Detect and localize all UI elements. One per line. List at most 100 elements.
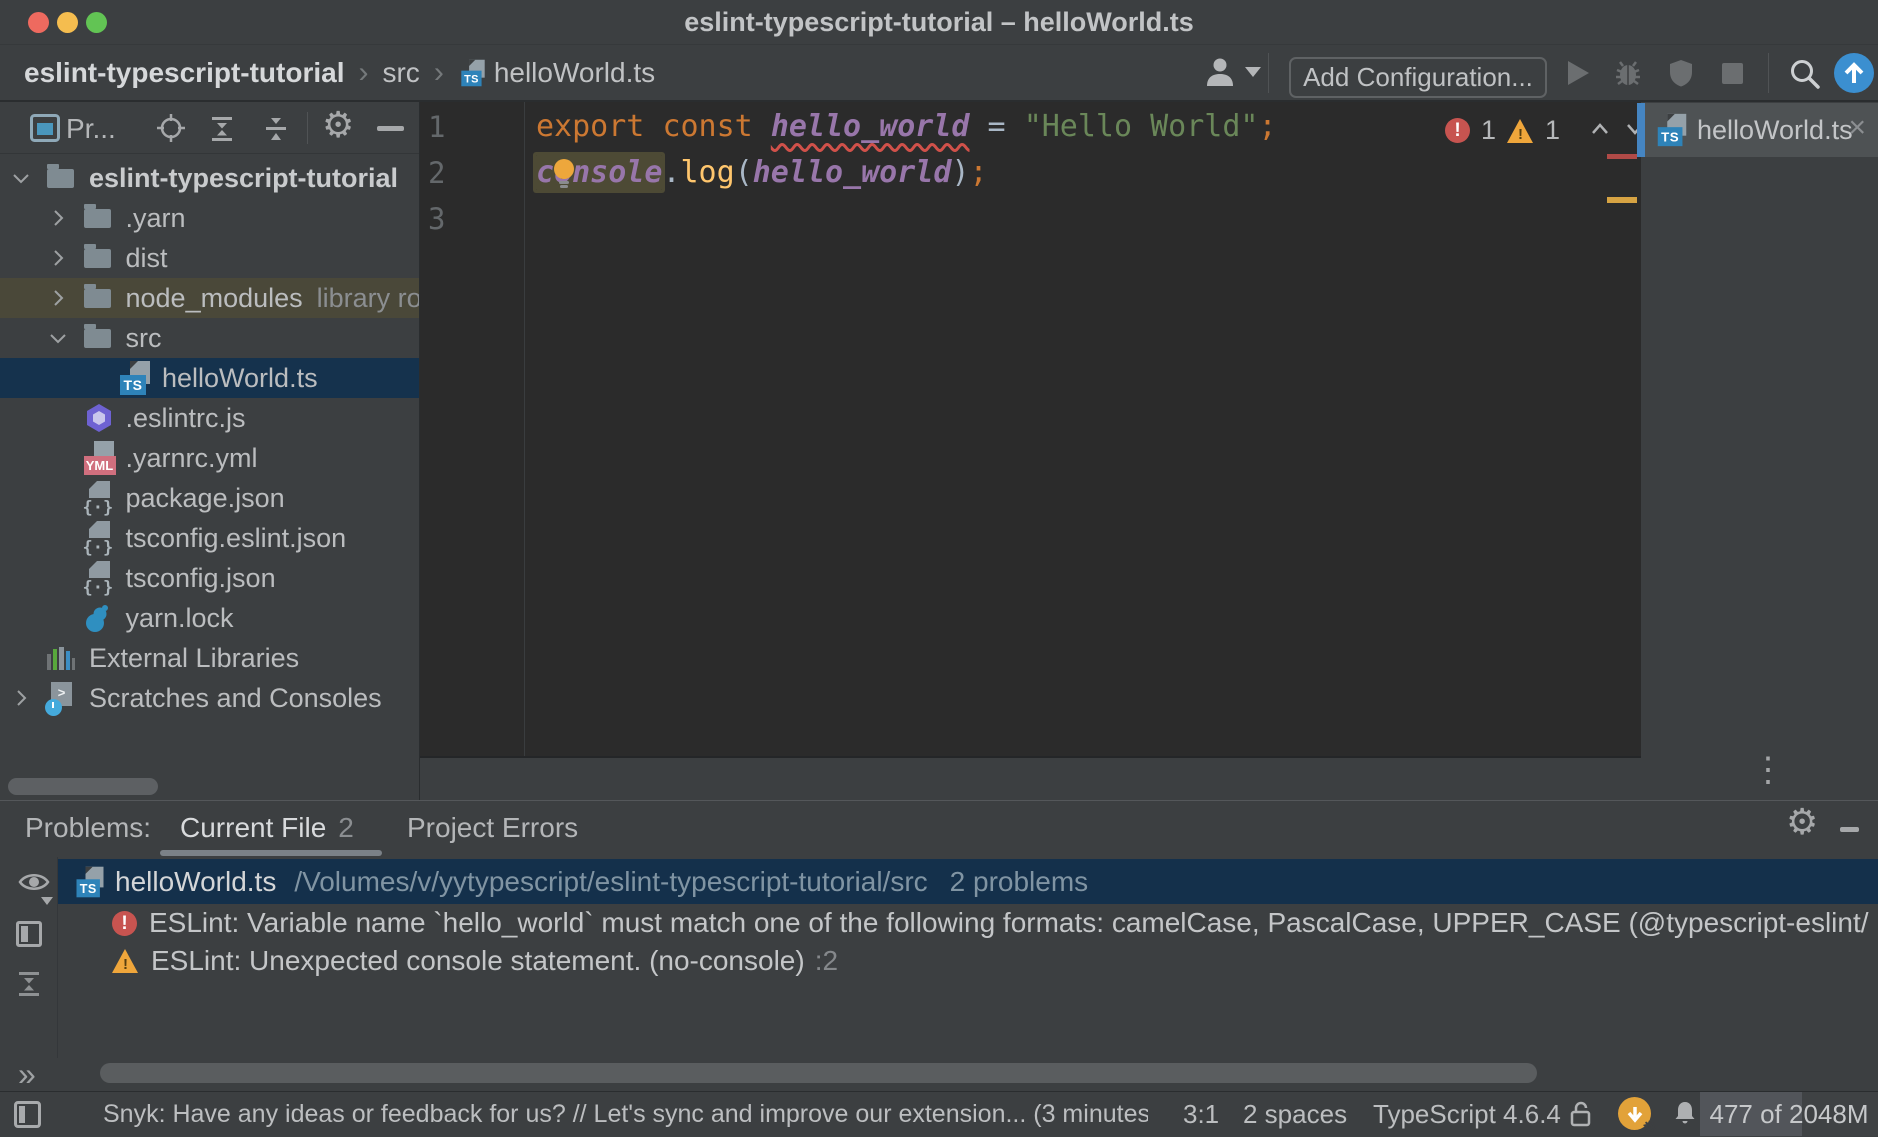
tree-item--yarnrc-yml[interactable]: YML.yarnrc.yml [0,438,419,478]
hide-panel-button[interactable] [1840,827,1859,832]
collapse-all-icon[interactable] [262,116,290,147]
search-everywhere-button[interactable] [1788,57,1822,96]
line-number: 2 [428,150,458,196]
tree-item-tsconfig-eslint-json[interactable]: {·}tsconfig.eslint.json [0,518,419,558]
tree-item-tsconfig-json[interactable]: {·}tsconfig.json [0,558,419,598]
breadcrumb-folder[interactable]: src [382,57,419,89]
tree-item-external-libraries[interactable]: External Libraries [0,638,419,678]
tree-item--yarn[interactable]: .yarn [0,198,419,238]
caret-position-widget[interactable]: 3:1 [1183,1092,1219,1136]
tree-item-yarn-lock[interactable]: yarn.lock [0,598,419,638]
lock-icon[interactable] [1568,1099,1594,1136]
tab-current-file[interactable]: Current File2 [180,812,354,844]
tree-item-src[interactable]: src [0,318,419,358]
tree-item-label: package.json [126,483,285,514]
notifications-bell-icon[interactable] [1672,1099,1698,1134]
extlib-icon [47,646,81,670]
eslint-icon [84,402,118,434]
add-configuration-button[interactable]: Add Configuration... [1289,57,1547,98]
previous-problem-button[interactable] [1588,115,1612,146]
line-number: 1 [428,104,458,150]
chevron-down-icon[interactable] [47,327,84,349]
close-icon[interactable]: × [1848,111,1866,145]
inspection-widget: 1 1 [1445,115,1647,146]
tree-item-scratches-and-consoles[interactable]: >Scratches and Consoles [0,678,419,718]
locate-file-icon[interactable] [156,113,186,148]
warning-icon [112,949,139,973]
horizontal-scrollbar[interactable] [100,1063,1537,1083]
code-line[interactable]: export const hello_world = "Hello World"… [536,104,1277,150]
run-with-coverage-button[interactable] [1668,58,1694,93]
header-separator [307,112,308,144]
json-icon: {·} [84,521,118,555]
project-view-icon[interactable] [30,114,60,147]
memory-label: 477 of 2048M [1700,1092,1878,1136]
tab-helloworld[interactable]: TS helloWorld.ts × [1637,103,1878,157]
chevron-right-icon[interactable] [47,207,84,229]
problems-panel: Problems: Current File2 Project Errors ⚙… [0,800,1878,1058]
folder-icon [84,289,118,308]
problem-file-row[interactable]: TS helloWorld.ts /Volumes/v/yytypescript… [58,859,1878,904]
chevron-right-icon[interactable] [47,287,84,309]
chevron-right-icon[interactable] [10,687,47,709]
typescript-file-icon: TS [77,866,104,897]
more-options-icon[interactable]: ⋮ [1751,750,1785,790]
code-line[interactable]: console.log(hello_world); [536,150,988,196]
plugin-update-icon[interactable]: ⚙ [1618,1097,1651,1130]
minimize-window-button[interactable] [57,12,78,33]
memory-indicator[interactable]: 477 of 2048M [1700,1092,1878,1136]
indent-widget[interactable]: 2 spaces [1243,1092,1347,1136]
tree-item-label: tsconfig.json [126,563,276,594]
tree-item-node-modules[interactable]: node_moduleslibrary root [0,278,419,318]
hide-panel-button[interactable] [377,126,404,131]
problem-row-warning[interactable]: ESLint: Unexpected console statement. (n… [58,942,1878,980]
problems-toolbar [0,857,58,1058]
arrow-up-icon [1843,61,1865,85]
project-horizontal-scrollbar[interactable] [8,778,158,795]
eye-icon [17,869,51,895]
chevron-down-icon [1245,67,1261,77]
tree-item-eslint-typescript-tutorial[interactable]: eslint-typescript-tutorial [0,158,419,198]
hidden-toolbar-icon[interactable]: » [18,1056,36,1093]
tree-item-helloworld-ts[interactable]: TShelloWorld.ts [0,358,419,398]
breadcrumb: eslint-typescript-tutorial › src › TS he… [24,45,655,100]
stop-button[interactable] [1722,63,1743,84]
debug-button[interactable] [1614,58,1642,93]
user-account-button[interactable] [1203,55,1261,89]
status-message[interactable]: Snyk: Have any ideas or feedback for us?… [103,1092,1148,1136]
tree-item--eslintrc-js[interactable]: .eslintrc.js [0,398,419,438]
error-stripe-mark[interactable] [1607,154,1637,159]
tab-project-errors[interactable]: Project Errors [407,812,578,844]
toolbar-separator [1268,53,1269,93]
chevron-down-icon[interactable] [10,167,47,189]
breadcrumb-project[interactable]: eslint-typescript-tutorial [24,57,344,89]
breadcrumb-file[interactable]: helloWorld.ts [494,57,655,89]
editor[interactable]: 123 export const hello_world = "Hello Wo… [420,102,1641,758]
warning-stripe-mark[interactable] [1607,197,1637,203]
code-area[interactable]: export const hello_world = "Hello World"… [524,102,1641,756]
problem-row-error[interactable]: ESLint: Variable name `hello_world` must… [58,904,1878,942]
gear-icon[interactable]: ⚙ [322,107,354,143]
intention-bulb-icon[interactable] [550,157,578,195]
tree-item-label: src [126,323,162,354]
expand-all-button[interactable] [15,971,43,1002]
open-preview-button[interactable] [16,921,42,947]
view-options-button[interactable] [17,869,51,900]
run-button[interactable] [1568,61,1589,85]
gear-icon[interactable]: ⚙ [1786,804,1818,840]
update-available-button[interactable] [1834,53,1874,93]
status-bar: Snyk: Have any ideas or feedback for us?… [0,1091,1878,1136]
tree-item-dist[interactable]: dist [0,238,419,278]
breadcrumb-separator-icon: › [358,56,368,90]
close-window-button[interactable] [28,12,49,33]
expand-all-icon[interactable] [208,116,236,147]
person-icon [1203,55,1237,89]
typescript-version-widget[interactable]: TypeScript 4.6.4 [1373,1092,1561,1136]
zoom-window-button[interactable] [86,12,107,33]
chevron-right-icon[interactable] [47,247,84,269]
tree-item-package-json[interactable]: {·}package.json [0,478,419,518]
project-panel-title[interactable]: Pr... [66,113,116,145]
warning-icon [1507,119,1534,143]
toolbar-separator [1768,53,1769,93]
tool-windows-icon[interactable] [14,1101,41,1128]
